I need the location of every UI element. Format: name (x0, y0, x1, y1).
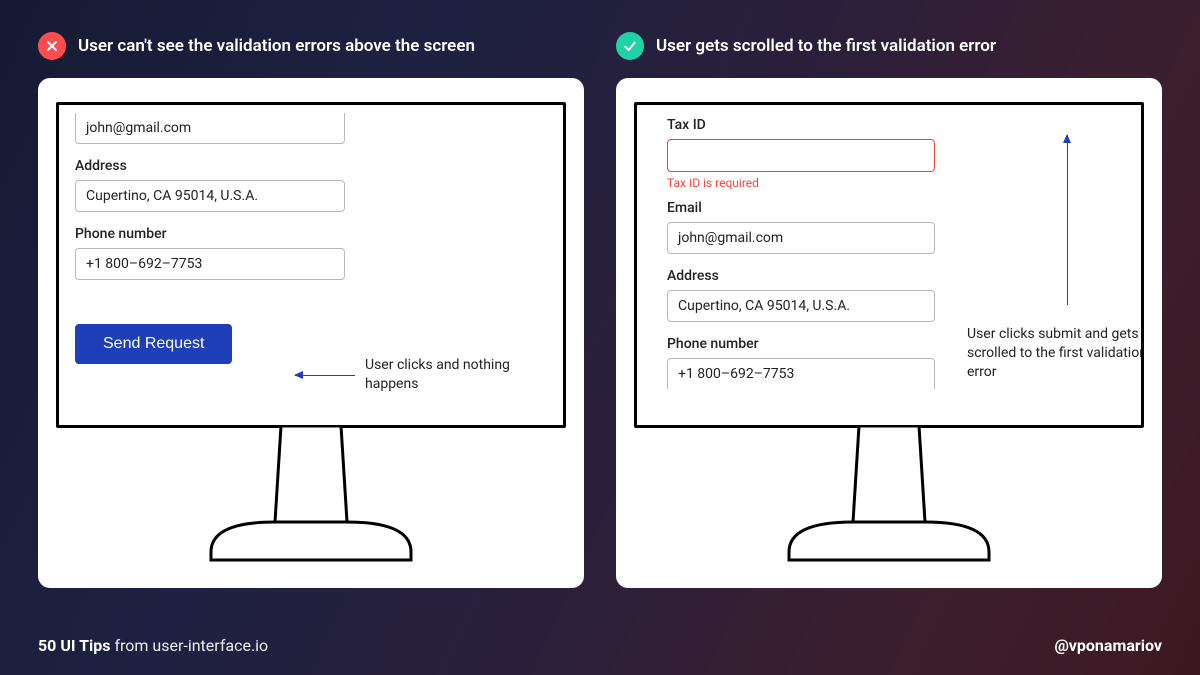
right-card: Tax ID Tax ID is required Email john@gma… (616, 78, 1162, 588)
phone-field-r[interactable]: +1 800–692–7753 (667, 358, 935, 389)
left-card: john@gmail.com Address Cupertino, CA 950… (38, 78, 584, 588)
left-heading: User can't see the validation errors abo… (78, 36, 475, 56)
phone-field[interactable]: +1 800–692–7753 (75, 248, 345, 280)
phone-label-r: Phone number (667, 336, 935, 352)
address-label-r: Address (667, 268, 935, 284)
monitor-stand-icon (634, 428, 1144, 568)
taxid-label: Tax ID (667, 117, 935, 133)
address-field-r[interactable]: Cupertino, CA 95014, U.S.A. (667, 290, 935, 322)
cross-icon (38, 32, 66, 60)
taxid-error: Tax ID is required (667, 176, 935, 190)
email-field[interactable]: john@gmail.com (667, 222, 935, 254)
left-annotation: User clicks and nothing happens (365, 356, 535, 394)
phone-label: Phone number (75, 226, 345, 242)
right-heading: User gets scrolled to the first validati… (656, 36, 996, 56)
right-screen: Tax ID Tax ID is required Email john@gma… (634, 102, 1144, 428)
footer: 50 UI Tips from user-interface.io @vpona… (0, 636, 1200, 675)
email-label: Email (667, 200, 935, 216)
left-screen: john@gmail.com Address Cupertino, CA 950… (56, 102, 566, 428)
right-annotation: User clicks submit and gets scrolled to … (967, 325, 1144, 382)
footer-from: from user-interface.io (111, 636, 269, 655)
check-icon (616, 32, 644, 60)
arrow-left-icon (295, 375, 355, 376)
monitor-stand-icon (56, 428, 566, 568)
arrow-up-icon (1067, 135, 1068, 305)
footer-handle: @vponamariov (1054, 636, 1162, 655)
taxid-field[interactable] (667, 139, 935, 172)
send-request-button[interactable]: Send Request (75, 324, 232, 364)
address-field[interactable]: Cupertino, CA 95014, U.S.A. (75, 180, 345, 212)
footer-brand: 50 UI Tips (38, 636, 111, 655)
address-label: Address (75, 158, 345, 174)
email-field[interactable]: john@gmail.com (75, 113, 345, 144)
